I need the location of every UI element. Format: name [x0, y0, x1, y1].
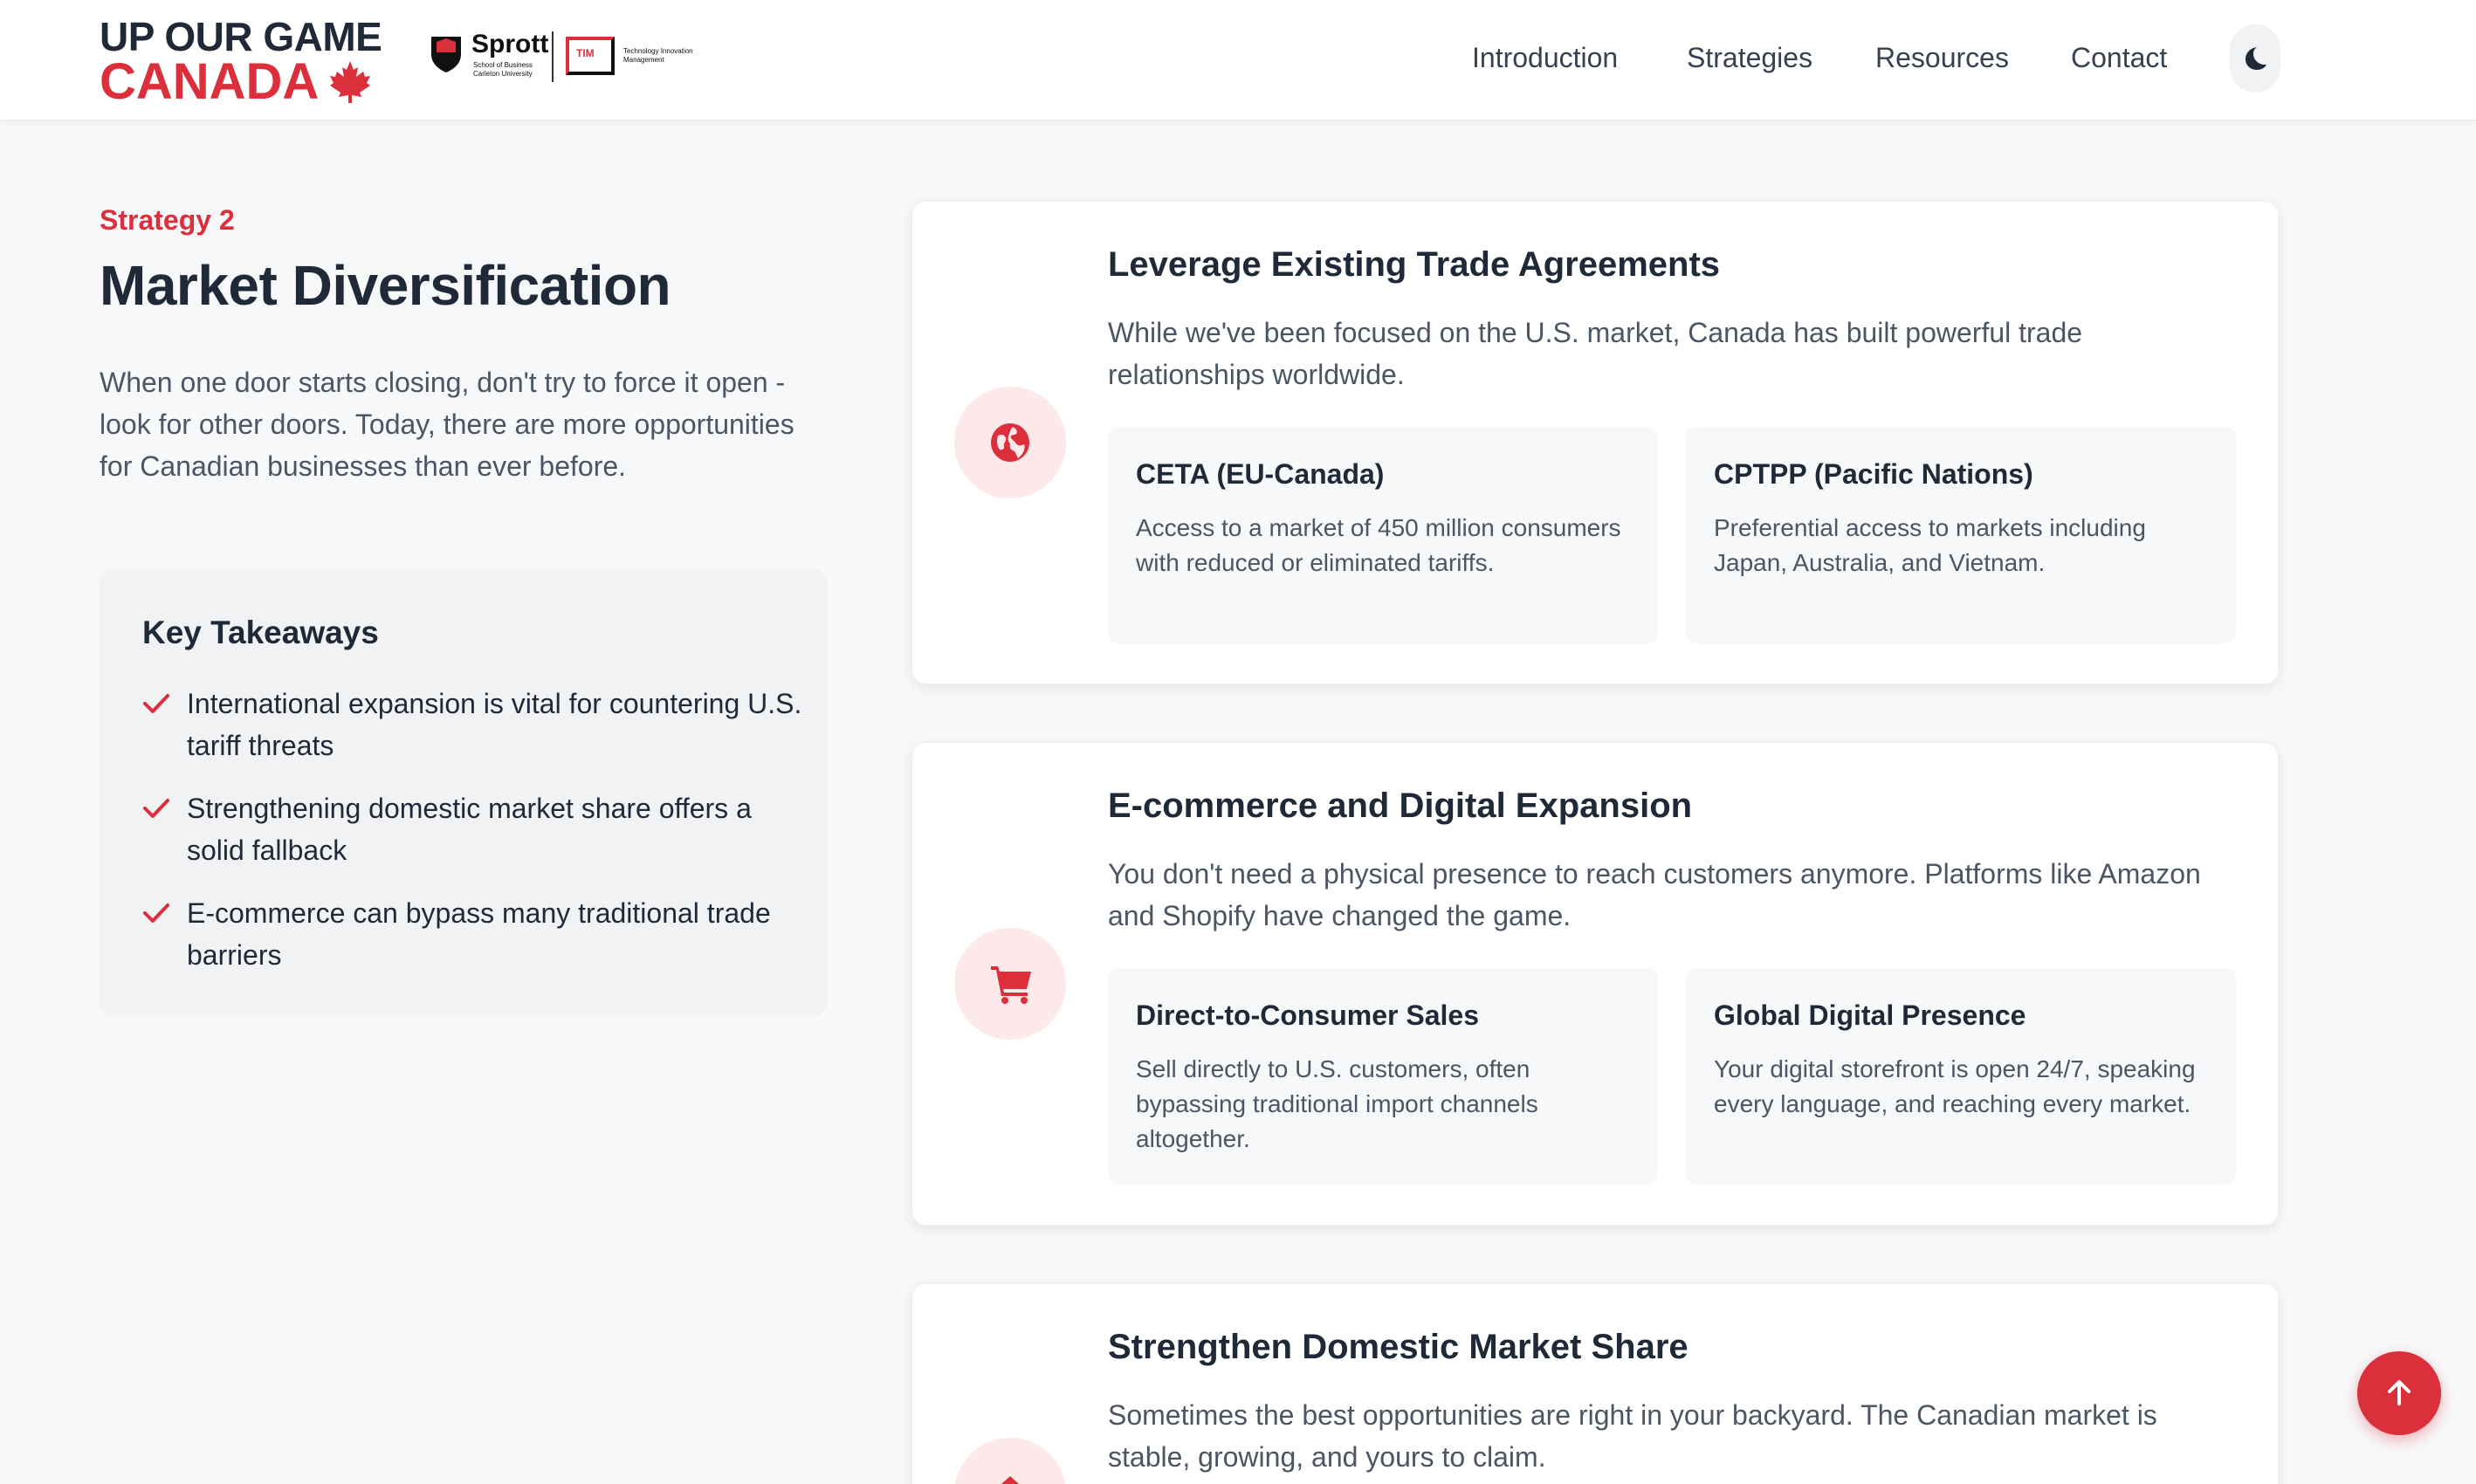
sub-card-text: Sell directly to U.S. customers, often b…	[1136, 1055, 1538, 1152]
sub-card-title: Global Digital Presence	[1714, 1000, 2026, 1031]
globe-icon	[991, 423, 1029, 462]
card-title: E-commerce and Digital Expansion	[1108, 787, 1693, 825]
card-title: Strengthen Domestic Market Share	[1108, 1328, 1688, 1366]
nav-strategies[interactable]: Strategies	[1687, 37, 1812, 79]
section-intro: When one door starts closing, don't try …	[100, 367, 794, 482]
card-icon-badge	[954, 1438, 1066, 1484]
sub-card-text: Your digital storefront is open 24/7, sp…	[1714, 1055, 2196, 1117]
check-icon	[143, 903, 169, 923]
sub-card-title: CPTPP (Pacific Nations)	[1714, 458, 2033, 490]
shopping-cart-icon	[991, 966, 1031, 1004]
logo-line-1: UP OUR GAME	[100, 14, 382, 59]
sprott-shield-icon	[431, 37, 461, 72]
key-takeaways-panel: Key Takeaways International expansion is…	[100, 569, 828, 1016]
site-header: UP OUR GAME CANADA Sprott School of Busi…	[0, 0, 2476, 120]
sub-card-title: CETA (EU-Canada)	[1136, 458, 1385, 490]
card-description: Sometimes the best opportunities are rig…	[1108, 1399, 2157, 1473]
strategy-card-ecommerce: E-commerce and Digital Expansion You don…	[911, 742, 2279, 1226]
nav-contact[interactable]: Contact	[2071, 37, 2167, 79]
strategy-card-trade-agreements: Leverage Existing Trade Agreements While…	[911, 201, 2279, 684]
partner-logos: Sprott School of Business Carleton Unive…	[430, 30, 726, 86]
sub-card-text: Preferential access to markets including…	[1714, 514, 2146, 576]
arrow-up-icon	[2388, 1380, 2411, 1405]
takeaway-text: International expansion is vital for cou…	[187, 688, 802, 761]
nav-resources[interactable]: Resources	[1875, 37, 2009, 79]
moon-icon	[2246, 47, 2266, 70]
site-logo[interactable]: UP OUR GAME CANADA	[100, 16, 382, 110]
sprott-name: Sprott	[471, 30, 549, 58]
maple-leaf-icon	[330, 61, 370, 103]
home-icon	[1001, 1476, 1019, 1484]
strategy-eyebrow: Strategy 2	[100, 204, 235, 236]
logo-line-2: CANADA	[100, 53, 320, 110]
strategy-card-domestic: Strengthen Domestic Market Share Sometim…	[911, 1283, 2279, 1484]
sub-card: Direct-to-Consumer Sales Sell directly t…	[1108, 968, 1658, 1185]
sub-card: Global Digital Presence Your digital sto…	[1686, 968, 2236, 1185]
card-icon-badge	[954, 387, 1066, 498]
check-icon	[143, 694, 169, 713]
sub-card-text: Access to a market of 450 million consum…	[1136, 514, 1621, 576]
sub-card-title: Direct-to-Consumer Sales	[1136, 1000, 1479, 1031]
tim-subtitle: Technology Innovation Management	[623, 47, 693, 64]
takeaway-text: E-commerce can bypass many traditional t…	[187, 897, 771, 971]
page-title: Market Diversification	[100, 254, 671, 317]
scroll-to-top-button[interactable]	[2357, 1351, 2441, 1435]
card-description: You don't need a physical presence to re…	[1108, 858, 2201, 931]
card-icon-badge	[954, 928, 1066, 1040]
nav-introduction[interactable]: Introduction	[1472, 37, 1618, 79]
check-icon	[143, 799, 169, 818]
takeaway-text: Strengthening domestic market share offe…	[187, 793, 752, 866]
partner-divider	[552, 31, 554, 82]
theme-toggle-button[interactable]	[2230, 24, 2280, 93]
card-description: While we've been focused on the U.S. mar…	[1108, 317, 2083, 390]
sub-card: CETA (EU-Canada) Access to a market of 4…	[1108, 427, 1658, 643]
sprott-subtitle: School of Business Carleton University	[473, 61, 533, 78]
tim-logo-text: TIM	[576, 47, 595, 59]
sub-card: CPTPP (Pacific Nations) Preferential acc…	[1686, 427, 2236, 643]
card-title: Leverage Existing Trade Agreements	[1108, 245, 1721, 284]
key-takeaways-heading: Key Takeaways	[142, 615, 379, 650]
